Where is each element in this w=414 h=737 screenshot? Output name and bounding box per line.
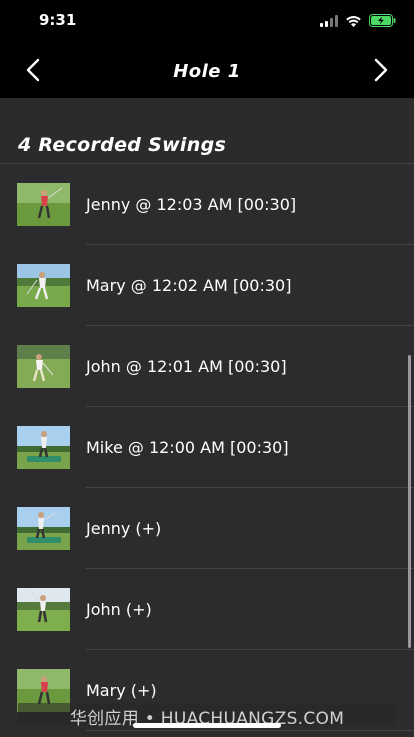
swing-label: John (+): [86, 600, 152, 619]
chevron-right-icon[interactable]: [366, 56, 394, 84]
cellular-signal-icon: [320, 12, 338, 31]
swing-list: Jenny @ 12:03 AM [00:30] Mary @ 12:02 AM…: [0, 163, 414, 737]
golfer-thumbnail: [17, 426, 70, 469]
list-item[interactable]: Mike @ 12:00 AM [00:30]: [0, 407, 414, 488]
swing-label: Jenny @ 12:03 AM [00:30]: [86, 195, 297, 214]
status-bar: 9:31: [0, 0, 414, 42]
recorded-swings-title: 4 Recorded Swings: [18, 134, 227, 156]
home-indicator[interactable]: [133, 723, 281, 728]
golfer-thumbnail: [17, 183, 70, 226]
wifi-icon: [345, 12, 362, 31]
navigation-bar: Hole 1: [0, 42, 414, 98]
list-item[interactable]: John @ 12:01 AM [00:30]: [0, 326, 414, 407]
list-item[interactable]: Mary @ 12:02 AM [00:30]: [0, 245, 414, 326]
swing-label: Jenny (+): [86, 519, 162, 538]
golfer-thumbnail: [17, 588, 70, 631]
scrollbar[interactable]: [408, 355, 411, 648]
list-item[interactable]: John (+): [0, 569, 414, 650]
golfer-thumbnail: [17, 507, 70, 550]
status-time: 9:31: [39, 11, 77, 29]
status-icons: [320, 13, 396, 29]
golfer-thumbnail: [17, 264, 70, 307]
section-header: 4 Recorded Swings: [0, 98, 414, 162]
battery-charging-icon: [369, 12, 396, 31]
swing-label: Mary (+): [86, 681, 157, 700]
golfer-thumbnail: [17, 345, 70, 388]
list-item[interactable]: Jenny (+): [0, 488, 414, 569]
swing-label: John @ 12:01 AM [00:30]: [86, 357, 287, 376]
swing-label: Mike @ 12:00 AM [00:30]: [86, 438, 289, 457]
swing-label: Mary @ 12:02 AM [00:30]: [86, 276, 292, 295]
page-title: Hole 1: [173, 61, 241, 82]
list-item[interactable]: Jenny @ 12:03 AM [00:30]: [0, 164, 414, 245]
